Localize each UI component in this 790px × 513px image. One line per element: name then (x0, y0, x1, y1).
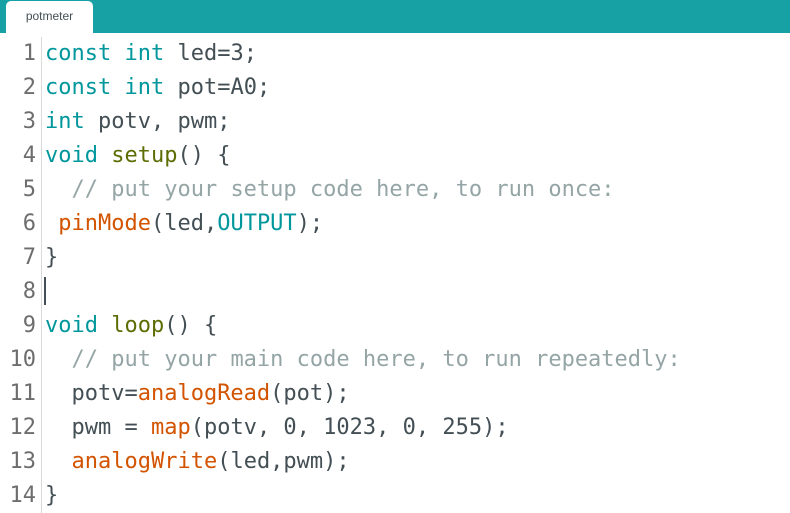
keyword-token: int (124, 75, 165, 100)
tab-potmeter[interactable]: potmeter (6, 1, 93, 33)
code-line[interactable]: 9 void loop() { (0, 309, 790, 343)
line-number: 14 (9, 483, 37, 508)
keyword-token: const (45, 75, 112, 100)
code-content: potv=analogRead(pot); (45, 377, 350, 411)
code-text: (potv, 0, 1023, 0, 255); (190, 415, 509, 440)
keyword-token: const (45, 41, 112, 66)
tab-bar: potmeter (0, 0, 790, 33)
comment-token: // put your setup code here, to run once… (71, 177, 615, 202)
keyword-token: int (45, 109, 85, 134)
code-content: // put your main code here, to run repea… (45, 343, 681, 377)
type-token: setup (111, 143, 178, 168)
code-line[interactable]: 4 void setup() { (0, 139, 790, 173)
code-text: } (45, 483, 59, 508)
code-content: analogWrite(led,pwm); (45, 445, 350, 479)
line-number: 3 (22, 109, 36, 134)
code-line[interactable]: 10 // put your main code here, to run re… (0, 343, 790, 377)
function-token: analogWrite (71, 449, 218, 474)
code-text: () { (177, 143, 231, 168)
comment-token: // put your main code here, to run repea… (71, 347, 681, 372)
code-text: (pot); (270, 381, 350, 406)
code-editor[interactable]: 1 const int led=3; 2 const int pot=A0; 3 int … (0, 37, 790, 513)
line-number: 1 (22, 41, 36, 66)
code-content: // put your setup code here, to run once… (45, 173, 615, 207)
code-content: } (45, 241, 58, 275)
code-content: pinMode(led,OUTPUT); (45, 207, 323, 241)
line-number: 5 (22, 177, 36, 202)
line-number: 11 (9, 381, 37, 406)
code-content: const int led=3; (45, 37, 257, 71)
text-cursor (44, 277, 46, 305)
type-token: loop (111, 313, 165, 338)
line-number: 10 (9, 347, 37, 372)
line-number: 4 (22, 143, 36, 168)
keyword-token: OUTPUT (217, 211, 297, 236)
code-text: ); (296, 211, 324, 236)
code-text: pwm = (45, 415, 151, 440)
code-content: const int pot=A0; (45, 71, 270, 105)
keyword-token: void (45, 143, 98, 168)
code-line[interactable]: 6 pinMode(led,OUTPUT); (0, 207, 790, 241)
keyword-token: int (124, 41, 165, 66)
code-content: void setup() { (45, 139, 230, 173)
code-line[interactable]: 7} (0, 241, 790, 275)
code-text: led=3; (164, 41, 257, 66)
code-text: } (45, 245, 59, 270)
code-line[interactable]: 8 (0, 275, 790, 309)
code-line[interactable]: 14} (0, 479, 790, 513)
code-text: pot=A0; (164, 75, 271, 100)
line-number: 12 (9, 415, 37, 440)
function-token: map (150, 415, 191, 440)
code-content: int potv, pwm; (45, 105, 230, 139)
code-line[interactable]: 3 int potv, pwm; (0, 105, 790, 139)
code-content: void loop() { (45, 309, 217, 343)
code-line[interactable]: 2 const int pot=A0; (0, 71, 790, 105)
code-line[interactable]: 5 // put your setup code here, to run on… (0, 173, 790, 207)
line-number: 13 (9, 449, 37, 474)
function-token: pinMode (58, 211, 151, 236)
code-text: potv= (45, 381, 138, 406)
function-token: analogRead (137, 381, 271, 406)
line-number: 9 (22, 313, 36, 338)
code-text: (led, (150, 211, 218, 236)
code-line[interactable]: 13 analogWrite(led,pwm); (0, 445, 790, 479)
keyword-token: void (45, 313, 98, 338)
code-line[interactable]: 12 pwm = map(potv, 0, 1023, 0, 255); (0, 411, 790, 445)
code-content: pwm = map(potv, 0, 1023, 0, 255); (45, 411, 509, 445)
line-number: 7 (22, 245, 36, 270)
line-number: 2 (22, 75, 36, 100)
code-text: potv, pwm; (84, 109, 231, 134)
code-text: () { (164, 313, 218, 338)
line-number: 8 (22, 279, 36, 304)
code-line[interactable]: 1 const int led=3; (0, 37, 790, 71)
line-number: 6 (22, 211, 36, 236)
code-text: (led,pwm); (217, 449, 350, 474)
code-content: } (45, 479, 58, 513)
code-line[interactable]: 11 potv=analogRead(pot); (0, 377, 790, 411)
